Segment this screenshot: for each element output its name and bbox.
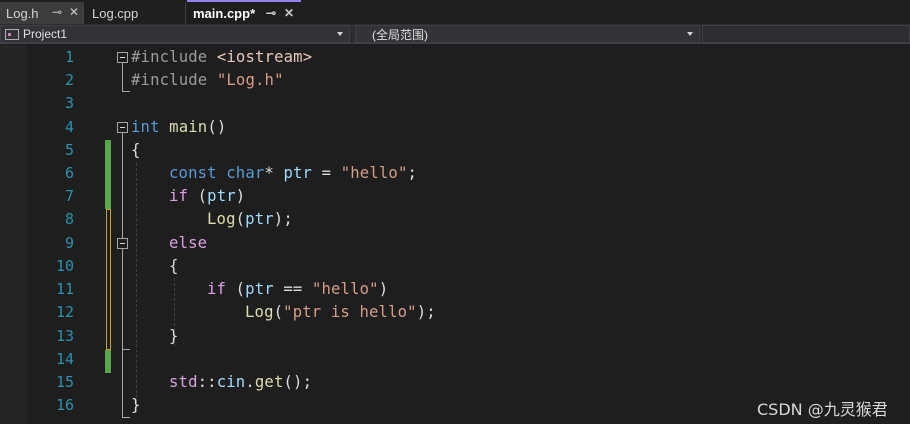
tab-label: main.cpp* [193, 5, 256, 21]
preprocessor-directive: #include [131, 71, 217, 89]
punctuation: ( [188, 187, 208, 205]
code-line[interactable]: const char* ptr = "hello"; [0, 163, 910, 186]
project-icon [5, 28, 19, 40]
brace: } [169, 327, 179, 345]
code-line[interactable]: #include <iostream> [0, 47, 910, 70]
operator: == [273, 280, 312, 298]
code-editor[interactable]: 1 2 3 4 5 6 7 8 9 10 11 12 13 14 15 16 #… [0, 45, 910, 424]
tab-log-cpp[interactable]: Log.cpp [86, 2, 186, 24]
code-line[interactable]: } [0, 326, 910, 349]
function-name: Log [207, 210, 236, 228]
tab-label: Log.cpp [92, 5, 139, 21]
punctuation: ) [235, 187, 246, 205]
keyword: char [226, 164, 265, 182]
code-line[interactable]: int main() [0, 117, 910, 140]
include-path: <iostream> [216, 48, 313, 66]
brace: { [131, 141, 141, 159]
punctuation: ( [273, 303, 284, 321]
brace: } [131, 396, 141, 414]
variable: ptr [283, 164, 313, 182]
keyword: else [169, 234, 208, 252]
document-tab-strip: Log.h ⊸ ✕ Log.cpp main.cpp* ⊸ ✕ [0, 0, 910, 24]
keyword: if [207, 280, 227, 298]
variable: ptr [207, 187, 236, 205]
code-line[interactable]: #include "Log.h" [0, 70, 910, 93]
punctuation: () [207, 118, 227, 136]
code-line[interactable]: else [0, 233, 910, 256]
function-name: main [169, 118, 208, 136]
line-number: 3 [64, 94, 74, 112]
string-literal: "hello" [311, 280, 379, 298]
code-line[interactable]: if (ptr == "hello") [0, 279, 910, 302]
punctuation: ); [416, 303, 436, 321]
preprocessor-directive: #include [131, 48, 217, 66]
navigation-bar: Project1 (全局范围) [0, 24, 910, 44]
keyword: int [131, 118, 160, 136]
tab-label: Log.h [6, 5, 39, 21]
punctuation: ) [378, 280, 389, 298]
project-dropdown[interactable]: Project1 [0, 25, 350, 43]
function-name: get [254, 373, 284, 391]
punctuation: ( [226, 280, 246, 298]
punctuation: * [264, 164, 284, 182]
include-path: "Log.h" [216, 71, 284, 89]
code-line[interactable]: Log("ptr is hello"); [0, 302, 910, 325]
code-line[interactable]: Log(ptr); [0, 209, 910, 232]
string-literal: "ptr is hello" [283, 303, 417, 321]
operator: . [245, 373, 255, 391]
variable: cin [216, 373, 246, 391]
scope-name: (全局范围) [372, 27, 428, 42]
code-line[interactable]: std::cin.get(); [0, 372, 910, 395]
project-name: Project1 [23, 27, 68, 41]
function-name: Log [245, 303, 274, 321]
code-line[interactable]: if (ptr) [0, 186, 910, 209]
close-icon[interactable]: ✕ [67, 5, 81, 19]
watermark: CSDN @九灵猴君 [757, 400, 888, 419]
pin-icon[interactable]: ⊸ [264, 6, 278, 20]
operator: = [312, 164, 341, 182]
string-literal: "hello" [340, 164, 408, 182]
close-icon[interactable]: ✕ [282, 6, 296, 20]
keyword: const [169, 164, 217, 182]
punctuation: ); [273, 210, 293, 228]
chevron-down-icon [337, 32, 343, 36]
tab-main-cpp[interactable]: main.cpp* ⊸ ✕ [187, 0, 301, 24]
operator: :: [197, 373, 217, 391]
variable: ptr [245, 210, 274, 228]
punctuation: ; [407, 164, 418, 182]
variable: ptr [245, 280, 274, 298]
member-dropdown[interactable] [702, 25, 910, 43]
punctuation: ( [235, 210, 246, 228]
keyword: if [169, 187, 189, 205]
code-line[interactable]: { [0, 256, 910, 279]
line-number: 14 [55, 350, 74, 368]
tab-log-h[interactable]: Log.h ⊸ ✕ [0, 2, 84, 24]
pin-icon[interactable]: ⊸ [50, 5, 64, 19]
code-line[interactable]: { [0, 140, 910, 163]
scope-dropdown[interactable]: (全局范围) [355, 25, 700, 43]
punctuation: (); [283, 373, 313, 391]
chevron-down-icon [687, 32, 693, 36]
brace: { [169, 257, 179, 275]
namespace: std [169, 373, 198, 391]
